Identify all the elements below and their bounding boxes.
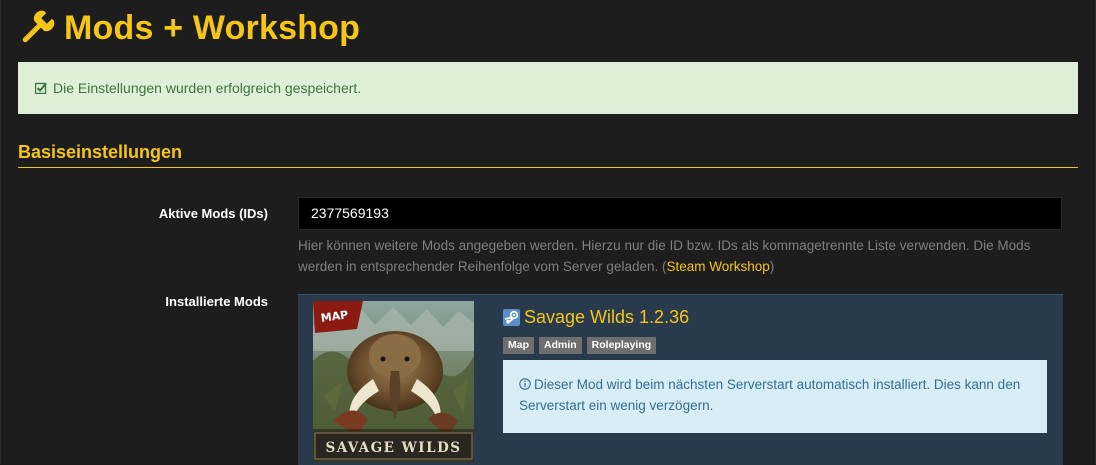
mod-install-info-text: Dieser Mod wird beim nächsten Serverstar… bbox=[519, 377, 1021, 413]
tag-roleplaying: Roleplaying bbox=[586, 337, 657, 354]
help-text-main: Hier können weitere Mods angegeben werde… bbox=[298, 238, 1031, 274]
page-title: Mods + Workshop bbox=[64, 8, 361, 47]
mod-card: MAP SAVAGE WILDS Savage Wilds 1.2.36 Map… bbox=[298, 294, 1063, 465]
mod-thumbnail-art: MAP SAVAGE WILDS bbox=[313, 301, 474, 462]
mod-thumbnail[interactable]: MAP SAVAGE WILDS bbox=[313, 301, 474, 462]
mod-title-row: Savage Wilds 1.2.36 bbox=[503, 307, 689, 328]
success-alert: Die Einstellungen wurden erfolgreich ges… bbox=[18, 62, 1078, 114]
page-container: Mods + Workshop Die Einstellungen wurden… bbox=[0, 0, 1096, 465]
active-mods-label: Aktive Mods (IDs) bbox=[158, 206, 268, 221]
tag-admin: Admin bbox=[539, 337, 582, 354]
success-alert-text: Die Einstellungen wurden erfolgreich ges… bbox=[53, 80, 362, 96]
page-header: Mods + Workshop bbox=[18, 6, 360, 50]
tag-map: Map bbox=[503, 337, 534, 354]
active-mods-input[interactable]: 2377569193 bbox=[298, 197, 1062, 230]
check-square-icon bbox=[35, 82, 47, 94]
help-text-end: ) bbox=[769, 259, 775, 274]
mod-title-link[interactable]: Savage Wilds 1.2.36 bbox=[524, 307, 689, 328]
steam-workshop-link[interactable]: Steam Workshop bbox=[666, 259, 769, 274]
installed-mods-label: Installierte Mods bbox=[165, 294, 268, 309]
mod-install-info-alert: Dieser Mod wird beim nächsten Serverstar… bbox=[503, 360, 1047, 433]
wrench-icon bbox=[22, 10, 55, 43]
thumbnail-caption: SAVAGE WILDS bbox=[325, 440, 461, 456]
mod-tags: Map Admin Roleplaying bbox=[503, 337, 661, 354]
steam-icon bbox=[503, 309, 520, 326]
active-mods-help-text: Hier können weitere Mods angegeben werde… bbox=[298, 235, 1068, 277]
info-circle-icon bbox=[519, 378, 531, 390]
section-heading-basic-settings: Basiseinstellungen bbox=[18, 142, 1078, 168]
